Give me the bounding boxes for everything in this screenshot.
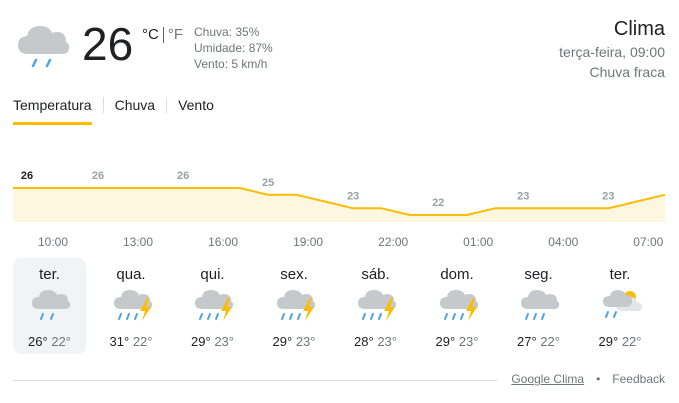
- forecast-high: 27°: [517, 334, 537, 349]
- feedback-link[interactable]: Feedback: [612, 372, 665, 386]
- forecast-day[interactable]: ter. 29° 22°: [584, 258, 657, 354]
- forecast-low: 22°: [540, 334, 560, 349]
- forecast-day-name: qui.: [200, 266, 225, 283]
- rain-cloud-sun-icon: [600, 285, 644, 329]
- forecast-day[interactable]: sáb. 28° 23°: [339, 258, 412, 354]
- chart-tabs: Temperatura Chuva Vento: [13, 96, 214, 125]
- thunderstorm-icon: [192, 285, 236, 329]
- forecast-high: 26°: [28, 334, 48, 349]
- forecast-high: 29°: [598, 334, 619, 349]
- chart-data-label: 23: [347, 190, 359, 202]
- unit-celsius-button[interactable]: °C: [142, 26, 159, 43]
- forecast-temps: 29° 22°: [584, 334, 657, 349]
- forecast-temps: 27° 22°: [502, 334, 575, 349]
- footer-divider: [13, 380, 497, 381]
- chart-x-tick-label: 16:00: [208, 235, 238, 249]
- google-clima-link[interactable]: Google Clima: [511, 372, 584, 386]
- forecast-high: 29°: [272, 334, 293, 349]
- weather-header: Clima terça-feira, 09:00 Chuva fraca: [559, 16, 665, 82]
- precipitation-text: Chuva: 35%: [194, 25, 260, 39]
- forecast-day-name: sáb.: [361, 266, 390, 283]
- forecast-day[interactable]: ter. 26° 22°: [13, 258, 86, 354]
- rain-cloud-icon: [518, 285, 562, 329]
- tab-chuva[interactable]: Chuva: [115, 96, 155, 122]
- tab-divider: [102, 97, 104, 113]
- chart-data-label: 26: [92, 170, 104, 182]
- chart-x-tick-label: 10:00: [38, 235, 68, 249]
- forecast-temps: 26° 22°: [13, 334, 86, 349]
- forecast-day-name: dom.: [440, 266, 474, 283]
- forecast-temps: 29° 23°: [176, 334, 249, 349]
- forecast-day[interactable]: sex. 29° 23°: [258, 258, 331, 354]
- thunderstorm-icon: [437, 285, 481, 329]
- unit-divider: [162, 26, 164, 43]
- weather-details: Chuva: 35% Umidade: 87% Vento: 5 km/h: [194, 24, 273, 72]
- forecast-day-name: ter.: [39, 266, 60, 283]
- weather-condition: Chuva fraca: [589, 64, 665, 80]
- forecast-day-name: sex.: [280, 266, 308, 283]
- forecast-temps: 28° 23°: [339, 334, 412, 349]
- forecast-low: 22°: [621, 334, 642, 349]
- thunderstorm-icon: [111, 285, 155, 329]
- chart-data-label: 22: [432, 197, 444, 209]
- forecast-low: 23°: [458, 334, 479, 349]
- wind-text: Vento: 5 km/h: [194, 57, 268, 71]
- forecast-low: 23°: [377, 334, 397, 349]
- unit-fahrenheit-button[interactable]: °F: [168, 26, 183, 43]
- forecast-low: 22°: [132, 334, 153, 349]
- thunderstorm-icon: [274, 285, 318, 329]
- chart-data-label: 23: [517, 190, 529, 202]
- tab-divider: [166, 97, 168, 113]
- forecast-day[interactable]: qui. 29° 23°: [176, 258, 249, 354]
- chart-x-tick-label: 04:00: [548, 235, 578, 249]
- forecast-high: 28°: [354, 334, 374, 349]
- forecast-low: 23°: [295, 334, 316, 349]
- chart-x-tick-label: 07:00: [633, 235, 663, 249]
- rain-cloud-icon: [14, 20, 72, 70]
- current-temperature: 26: [82, 18, 134, 70]
- temperature-chart: 26 10:00 26 13:00 26 16:00 25 19:00 23 22:00 22 01:…: [13, 170, 666, 249]
- chart-data-label: 26: [21, 170, 33, 182]
- forecast-high: 29°: [435, 334, 456, 349]
- forecast-day-name: seg.: [524, 266, 553, 283]
- thunderstorm-icon: [355, 285, 399, 329]
- forecast-temps: 29° 23°: [421, 334, 494, 349]
- weather-datetime: terça-feira, 09:00: [559, 44, 665, 60]
- humidity-text: Umidade: 87%: [194, 41, 273, 55]
- forecast-temps: 31° 22°: [95, 334, 168, 349]
- chart-data-label: 23: [602, 190, 614, 202]
- weather-title: Clima: [613, 18, 665, 40]
- tab-vento[interactable]: Vento: [178, 96, 214, 122]
- unit-toggle: °C °F: [142, 26, 183, 43]
- forecast-day-name: ter.: [609, 266, 631, 283]
- footer: Google Clima • Feedback: [511, 372, 665, 386]
- chart-x-tick-label: 13:00: [123, 235, 153, 249]
- forecast-temps: 29° 23°: [258, 334, 331, 349]
- forecast-day[interactable]: seg. 27° 22°: [502, 258, 575, 354]
- forecast-day[interactable]: qua. 31° 22°: [95, 258, 168, 354]
- forecast-high: 31°: [109, 334, 130, 349]
- forecast-high: 29°: [191, 334, 211, 349]
- forecast-low: 23°: [214, 334, 234, 349]
- chart-data-label: 25: [262, 177, 274, 189]
- tab-temperatura[interactable]: Temperatura: [13, 96, 92, 125]
- chart-x-tick-label: 01:00: [463, 235, 493, 249]
- forecast-day[interactable]: dom. 29° 23°: [421, 258, 494, 354]
- chart-data-label: 26: [177, 170, 189, 182]
- forecast-low: 22°: [51, 334, 71, 349]
- chart-x-tick-label: 19:00: [293, 235, 323, 249]
- forecast-day-name: qua.: [116, 266, 146, 283]
- chart-x-tick-label: 22:00: [378, 235, 408, 249]
- rain-cloud-icon: [29, 285, 73, 329]
- footer-separator: •: [596, 372, 601, 386]
